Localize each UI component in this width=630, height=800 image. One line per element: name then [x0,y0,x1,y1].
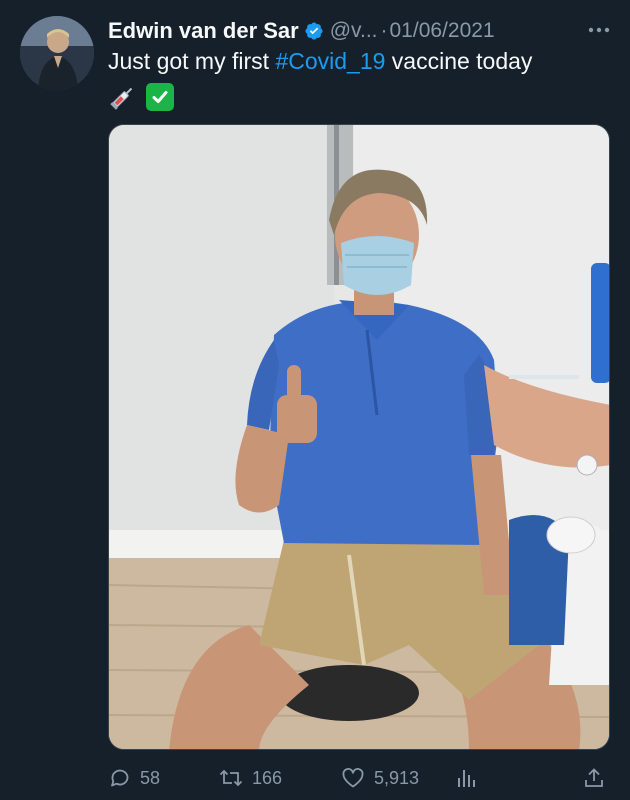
tweet-text: Just got my first #Covid_19 vaccine toda… [108,46,608,77]
tweet-text-end: vaccine today [385,48,533,74]
retweet-count: 166 [252,767,283,788]
heart-icon [342,767,364,788]
tweet-date[interactable]: 01/06/2021 [390,19,495,43]
retweet-button[interactable]: 166 [218,760,282,796]
tweet-photo[interactable] [108,124,610,750]
like-button[interactable]: 5,913 [340,760,419,796]
share-button[interactable] [582,760,606,796]
tweet[interactable]: Edwin van der Sar @v... · 01/06/2021 Jus… [0,0,630,800]
reply-button[interactable]: 58 [108,760,160,796]
user-handle[interactable]: @v... [330,19,378,43]
share-icon [585,768,603,787]
views-button[interactable] [454,760,478,796]
analytics-icon [458,770,475,787]
reply-icon [111,769,129,787]
verified-badge-icon [305,22,323,40]
tweet-header: Edwin van der Sar @v... · 01/06/2021 [108,14,612,48]
separator-dot: · [380,19,388,42]
avatar[interactable] [20,16,94,90]
tweet-emojis [108,82,174,112]
check-mark-icon [146,83,174,111]
retweet-icon [219,769,243,787]
vaccination-photo-icon [109,125,609,749]
hashtag-link[interactable]: #Covid_19 [275,48,385,74]
syringe-icon [110,87,133,110]
more-options-icon[interactable] [586,20,612,40]
display-name[interactable]: Edwin van der Sar [108,18,299,44]
tweet-actions: 58 166 5,913 [108,760,610,796]
tweet-text-start: Just got my first [108,48,276,74]
like-count: 5,913 [374,767,420,788]
avatar-photo-icon [20,16,94,90]
reply-count: 58 [140,767,161,788]
